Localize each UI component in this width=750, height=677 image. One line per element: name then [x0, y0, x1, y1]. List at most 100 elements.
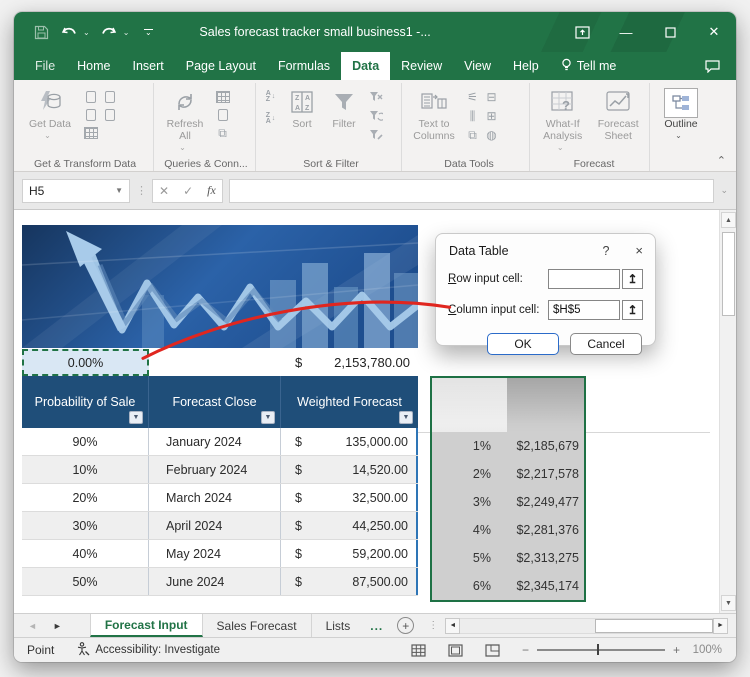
refresh-all-button[interactable]: Refresh All ⌄ — [161, 85, 209, 154]
zoom-in-icon[interactable]: + — [673, 643, 680, 657]
formula-input[interactable] — [228, 178, 715, 203]
page-break-preview-icon[interactable] — [485, 643, 500, 657]
sheet-tab-forecast-input[interactable]: Forecast Input — [89, 614, 203, 637]
get-data-button[interactable]: Get Data ⌄ — [23, 85, 77, 142]
header-forecast-close[interactable]: Forecast Close ▼ — [149, 376, 281, 428]
tab-formulas[interactable]: Formulas — [267, 52, 341, 80]
tab-view[interactable]: View — [453, 52, 502, 80]
clear-filter-icon[interactable] — [368, 90, 383, 104]
enter-entry-icon[interactable]: ✓ — [183, 184, 193, 198]
row-input-cell-field[interactable] — [548, 269, 620, 289]
selection-cell[interactable] — [507, 378, 584, 432]
selection-cell[interactable] — [432, 378, 507, 432]
new-sheet-icon[interactable]: + — [397, 617, 415, 634]
table-row[interactable]: 10% February 2024 $14,520.00 — [22, 456, 418, 484]
existing-connections-icon[interactable] — [102, 108, 117, 122]
from-text-icon[interactable] — [83, 90, 98, 104]
filter-dropdown-icon[interactable]: ▼ — [399, 411, 413, 424]
sheet-tab-lists[interactable]: Lists — [312, 614, 365, 637]
what-if-row[interactable]: 2% $2,217,578 — [432, 460, 584, 488]
queries-connections-icon[interactable] — [215, 90, 230, 104]
what-if-row[interactable]: 5% $2,313,275 — [432, 544, 584, 572]
sheet-tab-sales-forecast[interactable]: Sales Forecast — [203, 614, 312, 637]
column-input-cell-h5[interactable]: 0.00% — [22, 349, 149, 376]
dialog-close-icon[interactable]: × — [635, 243, 643, 258]
undo-button[interactable] — [60, 23, 78, 41]
edit-links-icon[interactable]: ⧉ — [215, 126, 230, 140]
filter-button[interactable]: Filter — [326, 85, 362, 130]
scroll-left-icon[interactable]: ◄ — [445, 617, 461, 634]
outline-button[interactable]: Outline ⌄ — [658, 85, 704, 142]
horizontal-scrollbar[interactable]: ◄ ► — [445, 617, 728, 634]
normal-view-icon[interactable] — [411, 643, 426, 657]
what-if-row[interactable]: 4% $2,281,376 — [432, 516, 584, 544]
flash-fill-icon[interactable]: ⚟ — [465, 90, 480, 104]
help-icon[interactable]: ? — [602, 244, 609, 258]
header-weighted-forecast[interactable]: Weighted Forecast ▼ — [281, 376, 418, 428]
tab-data[interactable]: Data — [341, 52, 391, 80]
zoom-slider-thumb[interactable] — [596, 644, 600, 656]
properties-icon[interactable] — [215, 108, 230, 122]
tab-home[interactable]: Home — [66, 52, 121, 80]
from-table-range-icon[interactable] — [83, 126, 98, 140]
tab-tell-me[interactable]: Tell me — [550, 52, 628, 80]
cancel-entry-icon[interactable]: ✕ — [159, 184, 169, 198]
consolidate-icon[interactable]: ⊞ — [484, 109, 499, 123]
tab-file[interactable]: File — [24, 52, 66, 80]
zoom-slider[interactable] — [536, 644, 665, 656]
more-sheets-indicator[interactable]: ... — [364, 614, 389, 637]
horizontal-scrollbar-track[interactable] — [460, 617, 713, 634]
redo-button[interactable] — [100, 23, 118, 41]
scroll-down-icon[interactable]: ▼ — [721, 595, 736, 611]
zoom-out-icon[interactable]: − — [522, 643, 529, 657]
name-box-dropdown-icon[interactable]: ▼ — [115, 186, 123, 195]
tab-review[interactable]: Review — [390, 52, 453, 80]
close-button[interactable]: ✕ — [692, 12, 736, 52]
forecast-sheet-button[interactable]: Forecast Sheet — [594, 85, 642, 142]
reapply-filter-icon[interactable] — [368, 109, 383, 123]
what-if-row[interactable]: 3% $2,249,477 — [432, 488, 584, 516]
table-row[interactable]: 50% June 2024 $87,500.00 — [22, 568, 418, 596]
sort-ascending-icon[interactable]: A Z ↓ — [263, 90, 278, 104]
relationships-icon[interactable]: ⧉ — [465, 128, 480, 142]
sort-descending-icon[interactable]: Z A ↓ — [263, 112, 278, 126]
table-row[interactable]: 40% May 2024 $59,200.00 — [22, 540, 418, 568]
data-table-selection-range[interactable]: 1% $2,185,679 2% $2,217,578 3% $2,249,477 4… — [430, 376, 586, 602]
maximize-button[interactable] — [648, 12, 692, 52]
scroll-up-icon[interactable]: ▲ — [721, 212, 736, 228]
minimize-button[interactable]: — — [604, 12, 648, 52]
collapse-ribbon-icon[interactable]: ⌃ — [717, 154, 726, 167]
table-row[interactable]: 20% March 2024 $32,500.00 — [22, 484, 418, 512]
ribbon-display-options-icon[interactable] — [560, 12, 604, 52]
collapse-dialog-icon[interactable]: ↥ — [622, 269, 643, 289]
page-layout-view-icon[interactable] — [448, 643, 463, 657]
data-model-icon[interactable]: ◍ — [484, 128, 499, 142]
scroll-right-icon[interactable]: ► — [713, 617, 728, 634]
what-if-row[interactable]: 1% $2,185,679 — [432, 432, 584, 460]
tab-page-layout[interactable]: Page Layout — [175, 52, 267, 80]
what-if-analysis-button[interactable]: ? What-If Analysis ⌄ — [537, 85, 588, 154]
recent-sources-icon[interactable] — [102, 90, 117, 104]
name-box[interactable]: H5 ▼ — [22, 178, 130, 203]
undo-dropdown-icon[interactable]: ⌄ — [83, 28, 90, 37]
insert-function-icon[interactable]: fx — [207, 183, 216, 198]
cancel-button[interactable]: Cancel — [570, 333, 642, 355]
from-web-icon[interactable] — [83, 108, 98, 122]
total-weighted-forecast-cell[interactable]: $ 2,153,780.00 — [281, 349, 418, 376]
table-row[interactable]: 30% April 2024 $44,250.00 — [22, 512, 418, 540]
vertical-scrollbar[interactable]: ▲ ▼ — [719, 210, 736, 613]
collapse-dialog-icon[interactable]: ↥ — [622, 300, 643, 320]
redo-dropdown-icon[interactable]: ⌄ — [123, 28, 130, 37]
sort-button[interactable]: ZAAZ Sort — [284, 85, 320, 130]
tab-insert[interactable]: Insert — [122, 52, 175, 80]
remove-duplicates-icon[interactable]: ⫼ — [465, 109, 480, 123]
filter-dropdown-icon[interactable]: ▼ — [129, 411, 143, 424]
data-validation-icon[interactable]: ⊟ — [484, 90, 499, 104]
save-icon[interactable] — [32, 23, 50, 41]
what-if-row[interactable]: 6% $2,345,174 — [432, 572, 584, 600]
column-input-cell-field[interactable] — [548, 300, 620, 320]
accessibility-status[interactable]: Accessibility: Investigate — [76, 641, 220, 659]
customize-qat-icon[interactable]: ⌄ — [139, 23, 157, 41]
table-row[interactable]: 90% January 2024 $135,000.00 — [22, 428, 418, 456]
feedback-comment-icon[interactable] — [705, 52, 720, 80]
